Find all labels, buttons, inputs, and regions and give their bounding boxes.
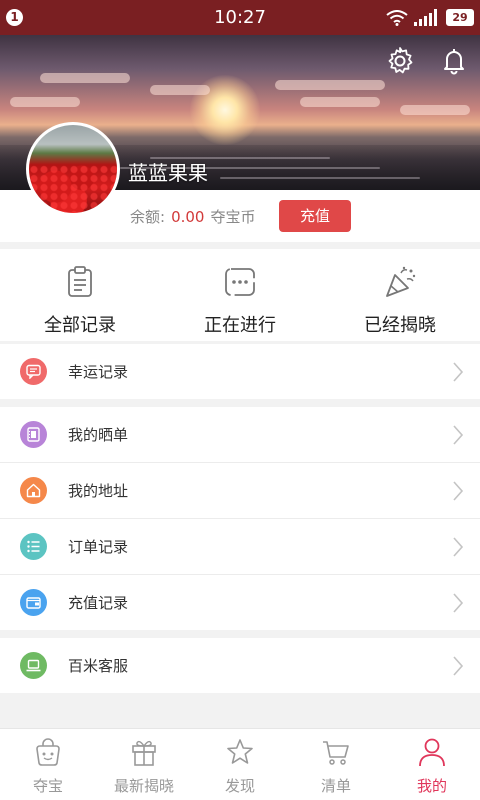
tab-mine[interactable]: 我的 — [384, 729, 480, 800]
tab-latest-revealed[interactable]: 最新揭晓 — [96, 729, 192, 800]
tab-label: 夺宝 — [32, 777, 63, 795]
menu-item-label: 充值记录 — [68, 594, 129, 612]
revealed-button[interactable]: 已经揭晓 — [320, 249, 480, 341]
menu-item-label: 我的地址 — [68, 482, 129, 500]
balance-label: 余额: — [130, 208, 166, 226]
list-icon — [20, 533, 47, 560]
tab-label: 我的 — [416, 777, 447, 795]
tab-label: 发现 — [224, 777, 255, 795]
all-records-button[interactable]: 全部记录 — [0, 249, 160, 341]
chevron-right-icon — [453, 362, 464, 382]
user-icon — [419, 738, 445, 767]
message-icon — [20, 358, 47, 385]
status-time: 10:27 — [214, 7, 266, 28]
chevron-right-icon — [453, 425, 464, 445]
revealed-label: 已经揭晓 — [364, 315, 436, 336]
recharge-button[interactable]: 充值 — [279, 200, 351, 232]
banner-cloud — [300, 97, 380, 107]
gift-icon — [132, 740, 156, 766]
banner-cloud — [275, 80, 385, 90]
quick-actions: 全部记录 正在进行 已经揭晓 — [0, 249, 480, 341]
tab-label: 最新揭晓 — [113, 777, 174, 795]
bottom-tab-bar: 夺宝 最新揭晓 发现 清单 我的 — [0, 728, 480, 800]
menu-item-label: 百米客服 — [68, 657, 129, 675]
banner-cloud — [10, 97, 80, 107]
menu-item-lucky-records[interactable]: 幸运记录 — [0, 344, 480, 399]
chevron-right-icon — [453, 593, 464, 613]
menu-item-order-records[interactable]: 订单记录 — [0, 519, 480, 574]
menu-item-label: 我的晒单 — [68, 426, 129, 444]
avatar[interactable] — [26, 122, 120, 216]
wifi-icon — [386, 10, 408, 26]
chevron-right-icon — [453, 537, 464, 557]
all-records-label: 全部记录 — [44, 315, 116, 336]
status-bar: 1 10:27 29 — [0, 0, 480, 35]
bag-icon — [36, 738, 60, 766]
settings-button[interactable] — [384, 45, 416, 77]
in-progress-button[interactable]: 正在进行 — [160, 249, 320, 341]
banner-cloud — [40, 73, 130, 83]
menu-item-label: 幸运记录 — [68, 363, 129, 381]
star-icon — [227, 739, 253, 764]
in-progress-label: 正在进行 — [204, 315, 276, 336]
notification-button[interactable] — [438, 45, 470, 77]
wallet-icon — [20, 589, 47, 616]
laptop-icon — [20, 652, 47, 679]
banner-cloud — [150, 85, 210, 95]
clipboard-icon — [68, 266, 92, 297]
balance: 余额: 0.00 夺宝币 — [130, 206, 255, 227]
party-popper-icon — [386, 266, 416, 297]
chevron-right-icon — [453, 656, 464, 676]
tab-discover[interactable]: 发现 — [192, 729, 288, 800]
menu-item-label: 订单记录 — [68, 538, 129, 556]
tab-list[interactable]: 清单 — [288, 729, 384, 800]
home-icon — [20, 477, 47, 504]
signal-icon — [414, 9, 437, 26]
menu-item-my-address[interactable]: 我的地址 — [0, 463, 480, 518]
tab-label: 清单 — [320, 777, 351, 795]
menu-item-customer-service[interactable]: 百米客服 — [0, 638, 480, 693]
currency-label: 夺宝币 — [210, 208, 256, 226]
chat-dots-icon — [225, 268, 255, 296]
tab-treasure[interactable]: 夺宝 — [0, 729, 96, 800]
banner-cloud — [400, 105, 470, 115]
menu-item-recharge-records[interactable]: 充值记录 — [0, 575, 480, 630]
cart-icon — [323, 741, 349, 765]
film-icon — [20, 421, 47, 448]
chevron-right-icon — [453, 481, 464, 501]
menu-item-my-shares[interactable]: 我的晒单 — [0, 407, 480, 462]
battery-icon: 29 — [446, 9, 474, 26]
username: 蓝蓝果果 — [128, 161, 208, 185]
balance-value: 0.00 — [171, 208, 205, 226]
